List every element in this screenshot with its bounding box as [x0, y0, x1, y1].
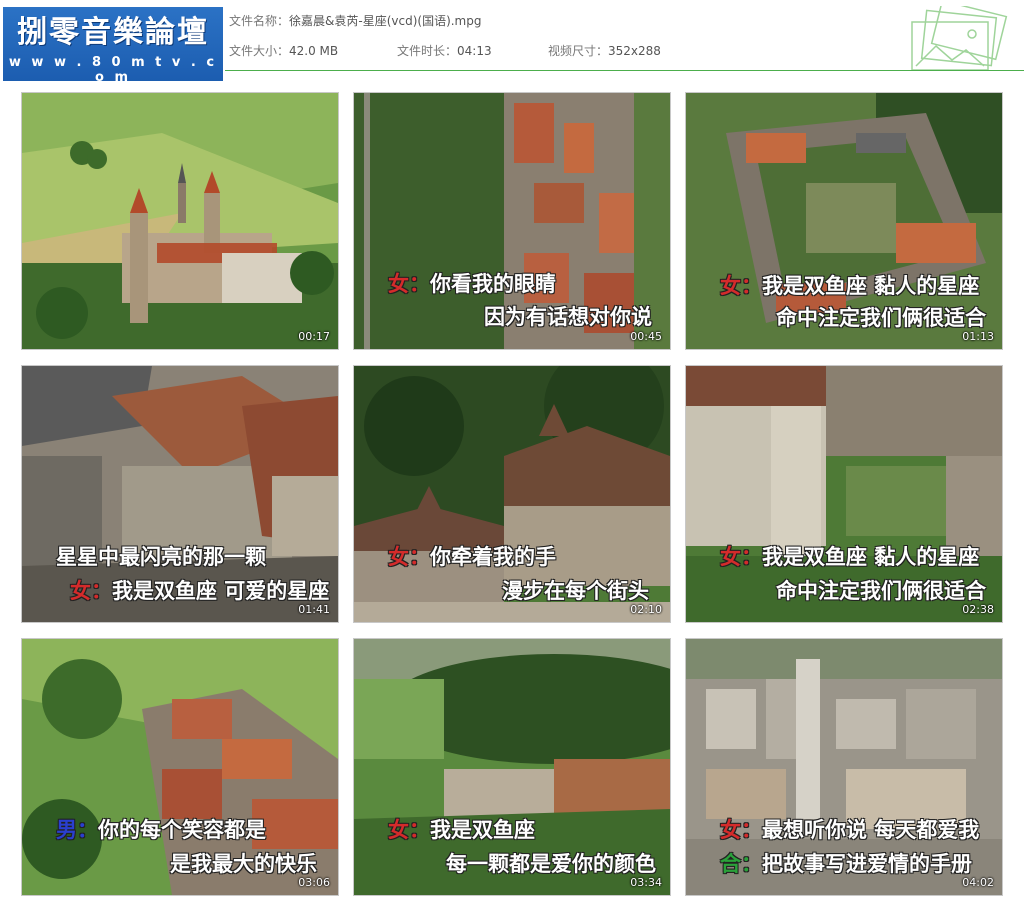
lyric-text: 你的每个笑容都是 — [98, 818, 266, 842]
timestamp: 03:34 — [630, 876, 662, 889]
duration-row: 文件时长：04:13 — [397, 42, 492, 59]
file-size-row: 文件大小：42.0 MB — [229, 42, 338, 59]
speaker-tag: 合： — [720, 852, 762, 876]
speaker-tag: 男： — [56, 818, 98, 842]
thumbnail-2[interactable]: 女：你看我的眼睛 因为有话想对你说 00:45 — [353, 92, 671, 350]
thumbnail-8[interactable]: 女：我是双鱼座 每一颗都是爱你的颜色 03:34 — [353, 638, 671, 896]
timestamp: 04:02 — [962, 876, 994, 889]
lyric-line-1: 女：我是双鱼座 — [388, 817, 535, 843]
lyric-text: 因为有话想对你说 — [484, 305, 652, 329]
speaker-tag: 女： — [70, 579, 112, 603]
lyric-line-1: 星星中最闪亮的那一颗 — [56, 544, 266, 570]
lyric-line-1: 女：最想听你说 每天都爱我 — [720, 817, 979, 843]
video-size-label: 视频尺寸： — [548, 44, 609, 58]
thumbnail-4[interactable]: 星星中最闪亮的那一颗 女：我是双鱼座 可爱的星座 01:41 — [21, 365, 339, 623]
lyric-line-1: 女：你牵着我的手 — [388, 544, 556, 570]
lyric-text: 把故事写进爱情的手册 — [762, 852, 972, 876]
lyric-line-2: 每一颗都是爱你的颜色 — [446, 851, 656, 877]
lyric-text: 最想听你说 每天都爱我 — [762, 818, 980, 842]
logo-title: 捌零音樂論壇 — [17, 15, 209, 50]
file-name-value: 徐嘉晨&袁芮-星座(vcd)(国语).mpg — [289, 14, 482, 28]
lyric-text: 我是双鱼座 可爱的星座 — [112, 579, 330, 603]
speaker-tag: 女： — [388, 818, 430, 842]
speaker-tag: 女： — [388, 545, 430, 569]
file-size-value: 42.0 MB — [289, 44, 339, 58]
lyric-line-1: 女：我是双鱼座 黏人的星座 — [720, 544, 979, 570]
speaker-tag: 女： — [388, 272, 430, 296]
logo-url: w w w . 8 0 m t v . c o m — [8, 55, 218, 85]
file-name-label: 文件名称： — [229, 14, 290, 28]
timestamp: 02:38 — [962, 603, 994, 616]
castle-fields-frame — [22, 93, 338, 349]
lyric-line-1: 女：我是双鱼座 黏人的星座 — [720, 273, 979, 299]
speaker-tag: 女： — [720, 274, 762, 298]
timestamp: 00:17 — [298, 330, 330, 343]
timestamp: 03:06 — [298, 876, 330, 889]
video-size-row: 视频尺寸：352x288 — [548, 42, 661, 59]
lyric-line-2: 漫步在每个街头 — [502, 578, 649, 604]
lyric-line-2: 命中注定我们俩很适合 — [776, 578, 986, 604]
duration-value: 04:13 — [457, 44, 492, 58]
lyric-text: 我是双鱼座 — [430, 818, 535, 842]
lyric-text: 星星中最闪亮的那一颗 — [56, 545, 266, 569]
forum-logo: 捌零音樂論壇 w w w . 8 0 m t v . c o m — [3, 7, 223, 85]
header-divider — [225, 70, 1024, 71]
timestamp: 02:10 — [630, 603, 662, 616]
image-gallery-icon — [911, 6, 1008, 71]
thumbnail-3[interactable]: 女：我是双鱼座 黏人的星座 命中注定我们俩很适合 01:13 — [685, 92, 1003, 350]
lyric-line-2: 合：把故事写进爱情的手册 — [720, 851, 972, 877]
timestamp: 00:45 — [630, 330, 662, 343]
thumbnail-7[interactable]: 男：你的每个笑容都是 是我最大的快乐 03:06 — [21, 638, 339, 896]
thumbnail-6[interactable]: 女：我是双鱼座 黏人的星座 命中注定我们俩很适合 02:38 — [685, 365, 1003, 623]
lyric-line-2: 命中注定我们俩很适合 — [776, 305, 986, 331]
lyric-line-2: 因为有话想对你说 — [484, 304, 652, 330]
lyric-line-2: 是我最大的快乐 — [170, 851, 317, 877]
thumbnail-1[interactable]: 00:17 — [21, 92, 339, 350]
lyric-text: 命中注定我们俩很适合 — [776, 579, 986, 603]
video-size-value: 352x288 — [608, 44, 661, 58]
speaker-tag: 女： — [720, 818, 762, 842]
timestamp: 01:13 — [962, 330, 994, 343]
thumbnail-5[interactable]: 女：你牵着我的手 漫步在每个街头 02:10 — [353, 365, 671, 623]
header: 捌零音樂論壇 w w w . 8 0 m t v . c o m 文件名称：徐嘉… — [0, 0, 1024, 85]
duration-label: 文件时长： — [397, 44, 458, 58]
file-name-row: 文件名称：徐嘉晨&袁芮-星座(vcd)(国语).mpg — [229, 12, 482, 29]
lyric-text: 我是双鱼座 黏人的星座 — [762, 545, 980, 569]
thumbnail-9[interactable]: 女：最想听你说 每天都爱我 合：把故事写进爱情的手册 04:02 — [685, 638, 1003, 896]
speaker-tag: 女： — [720, 545, 762, 569]
lyric-text: 漫步在每个街头 — [502, 579, 649, 603]
lyric-text: 是我最大的快乐 — [170, 852, 317, 876]
lyric-text: 你看我的眼睛 — [430, 272, 556, 296]
lyric-text: 我是双鱼座 黏人的星座 — [762, 274, 980, 298]
lyric-text: 命中注定我们俩很适合 — [776, 306, 986, 330]
lyric-line-1: 女：你看我的眼睛 — [388, 271, 556, 297]
lyric-text: 每一颗都是爱你的颜色 — [446, 852, 656, 876]
timestamp: 01:41 — [298, 603, 330, 616]
file-size-label: 文件大小： — [229, 44, 290, 58]
lyric-text: 你牵着我的手 — [430, 545, 556, 569]
lyric-line-1: 男：你的每个笑容都是 — [56, 817, 266, 843]
lyric-line-2: 女：我是双鱼座 可爱的星座 — [70, 578, 329, 604]
